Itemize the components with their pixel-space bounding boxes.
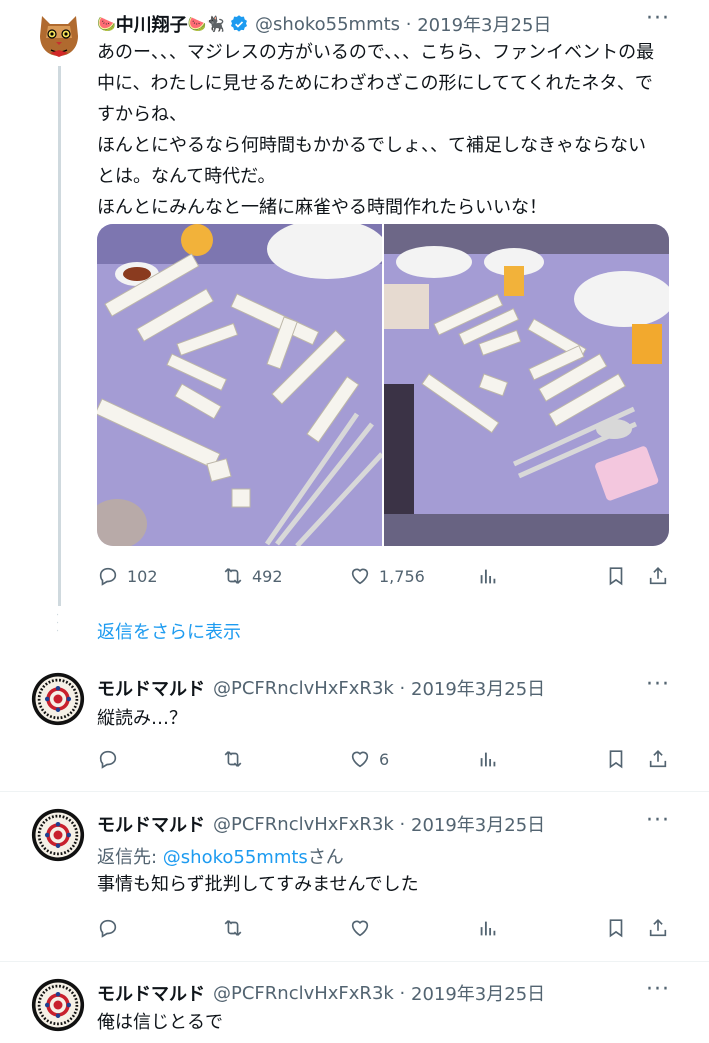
like-count: 6 [379, 749, 390, 769]
author-name-suffix-emoji: 🍉🐈‍⬛ [187, 15, 226, 33]
reply-button[interactable]: 102 [97, 565, 158, 587]
bookmark-button[interactable] [605, 565, 627, 587]
retweet-button[interactable] [222, 917, 244, 939]
reply-author-name[interactable]: モルドマルド [97, 675, 205, 701]
share-icon [647, 917, 669, 939]
share-button[interactable] [647, 748, 669, 770]
mahjong-logo-avatar-icon [31, 672, 85, 726]
tweet-photo-1[interactable] [97, 224, 382, 546]
reply-author-handle[interactable]: @PCFRnclvHxFxR3k [213, 678, 394, 699]
like-count: 1,756 [379, 566, 425, 586]
divider [0, 791, 709, 792]
mahjong-logo-avatar-icon [31, 978, 85, 1032]
share-icon [647, 565, 669, 587]
author-avatar[interactable] [34, 10, 84, 60]
cat-avatar-icon [40, 16, 78, 57]
retweet-icon [222, 748, 244, 770]
reply-icon [97, 748, 119, 770]
main-tweet-actions: 102 492 1,756 [97, 565, 677, 595]
retweet-icon [222, 917, 244, 939]
reply-tweet-1[interactable]: モルドマルド @PCFRnclvHxFxR3k · 2019年3月25日 ···… [0, 660, 709, 790]
verified-badge-icon [231, 15, 248, 32]
share-icon [647, 748, 669, 770]
tweet-text: あのー、、、マジレスの方がいるので、、、こちら、ファンイベントの最中に、わたしに… [97, 42, 655, 218]
author-name[interactable]: 中川翔子 [116, 11, 188, 37]
retweet-icon [222, 565, 244, 587]
retweet-button[interactable] [222, 748, 244, 770]
reply-date[interactable]: 2019年3月25日 [411, 675, 545, 701]
reply-author-row: モルドマルド @PCFRnclvHxFxR3k · 2019年3月25日 [97, 811, 545, 837]
main-tweet: ⋅ ⋅ ⋅ 🍉 中川翔子 🍉🐈‍⬛ @shoko55mmts · 2019年3月25… [0, 0, 709, 650]
mahjong-table-photo-2 [384, 224, 669, 546]
reply-author-avatar[interactable] [31, 672, 85, 726]
reply-count: 102 [127, 566, 158, 586]
tweet-photo-2[interactable] [384, 224, 669, 546]
reply-button[interactable] [97, 917, 119, 939]
mahjong-table-photo-1 [97, 224, 382, 546]
separator-dot: · [393, 982, 411, 1004]
divider [0, 961, 709, 962]
reply-to-line: 返信先: @shoko55mmtsさん [97, 843, 344, 869]
reply-date[interactable]: 2019年3月25日 [411, 811, 545, 837]
show-more-replies-link[interactable]: 返信をさらに表示 [97, 618, 241, 644]
bookmark-icon [605, 917, 627, 939]
thread-dots: ⋅ ⋅ ⋅ [56, 610, 60, 637]
more-options-button[interactable]: ··· [646, 808, 670, 833]
reply-to-handle-link[interactable]: @shoko55mmts [163, 847, 308, 868]
separator-dot: · [393, 813, 411, 835]
views-button[interactable] [477, 748, 499, 770]
bookmark-button[interactable] [605, 917, 627, 939]
more-options-button[interactable]: ··· [646, 6, 670, 31]
reply-text: 俺は信じとるで [97, 1012, 223, 1033]
reply-tweet-3[interactable]: モルドマルド @PCFRnclvHxFxR3k · 2019年3月25日 ···… [0, 966, 709, 1043]
reply-icon [97, 917, 119, 939]
bookmark-icon [605, 748, 627, 770]
reply-to-suffix: さん [307, 847, 344, 868]
heart-icon [349, 748, 371, 770]
separator-dot: · [400, 13, 418, 35]
views-chart-icon [477, 565, 499, 587]
reply-author-handle[interactable]: @PCFRnclvHxFxR3k [213, 983, 394, 1004]
bookmark-icon [605, 565, 627, 587]
retweet-button[interactable]: 492 [222, 565, 283, 587]
tweet-date[interactable]: 2019年3月25日 [417, 11, 551, 37]
reply-text: 縦読み…？ [97, 708, 187, 729]
like-button[interactable] [349, 917, 371, 939]
reply-actions: 6 [97, 748, 677, 778]
reply-icon [97, 565, 119, 587]
reply-button[interactable] [97, 748, 119, 770]
views-chart-icon [477, 748, 499, 770]
reply-author-name[interactable]: モルドマルド [97, 980, 205, 1006]
author-handle[interactable]: @shoko55mmts [255, 14, 400, 35]
like-button[interactable]: 6 [349, 748, 389, 770]
share-button[interactable] [647, 917, 669, 939]
reply-to-label: 返信先: [97, 847, 163, 868]
reply-author-avatar[interactable] [31, 978, 85, 1032]
retweet-count: 492 [252, 566, 283, 586]
reply-author-row: モルドマルド @PCFRnclvHxFxR3k · 2019年3月25日 [97, 675, 545, 701]
views-button[interactable] [477, 565, 499, 587]
more-options-button[interactable]: ··· [646, 672, 670, 697]
share-button[interactable] [647, 565, 669, 587]
like-button[interactable]: 1,756 [349, 565, 425, 587]
reply-tweet-2[interactable]: モルドマルド @PCFRnclvHxFxR3k · 2019年3月25日 ···… [0, 796, 709, 956]
reply-author-row: モルドマルド @PCFRnclvHxFxR3k · 2019年3月25日 [97, 980, 545, 1006]
author-name-prefix-emoji: 🍉 [97, 15, 116, 33]
reply-actions [97, 917, 677, 947]
separator-dot: · [393, 677, 411, 699]
heart-icon [349, 917, 371, 939]
author-row: 🍉 中川翔子 🍉🐈‍⬛ @shoko55mmts · 2019年3月25日 [97, 11, 551, 37]
mahjong-logo-avatar-icon [31, 808, 85, 862]
views-chart-icon [477, 917, 499, 939]
more-options-button[interactable]: ··· [646, 977, 670, 1002]
views-button[interactable] [477, 917, 499, 939]
reply-date[interactable]: 2019年3月25日 [411, 980, 545, 1006]
reply-text: 事情も知らず批判してすみませんでした [97, 874, 419, 895]
reply-author-name[interactable]: モルドマルド [97, 811, 205, 837]
reply-author-avatar[interactable] [31, 808, 85, 862]
bookmark-button[interactable] [605, 748, 627, 770]
heart-icon [349, 565, 371, 587]
thread-line [58, 66, 61, 606]
reply-author-handle[interactable]: @PCFRnclvHxFxR3k [213, 814, 394, 835]
